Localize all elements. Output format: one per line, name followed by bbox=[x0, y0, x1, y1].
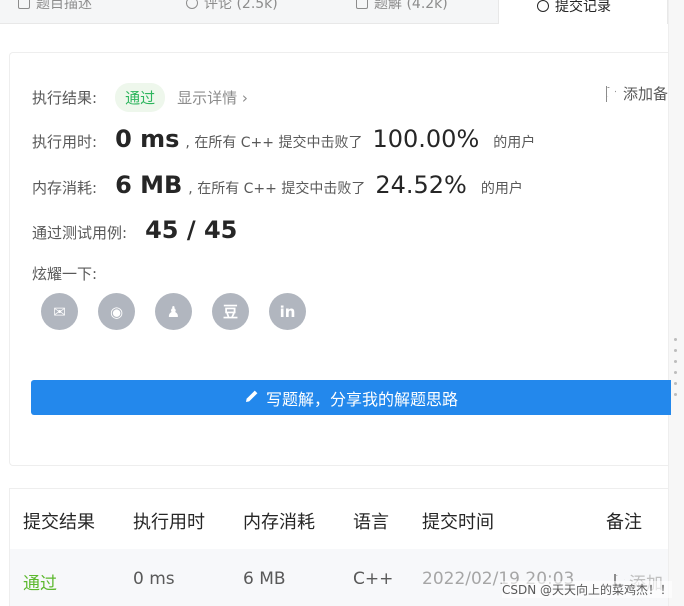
flag-icon bbox=[605, 85, 617, 102]
tests-label: 通过测试用例: bbox=[32, 224, 128, 242]
header-runtime: 执行用时 bbox=[133, 512, 205, 533]
status-badge: 通过 bbox=[115, 83, 166, 112]
memory-percent: 24.52% bbox=[375, 171, 467, 199]
memory-value: 6 MB bbox=[115, 171, 183, 199]
tab-bar: 题目描述 评论 (2.5k) 题解 (4.2k) 提交记录 bbox=[0, 0, 668, 24]
runtime-label: 执行用时: bbox=[32, 133, 98, 151]
solution-icon bbox=[356, 0, 368, 9]
show-details-link[interactable]: 显示详情 › bbox=[177, 87, 248, 108]
submission-result-card: 执行结果: 通过 显示详情 › 添加备 执行用时: 0 ms , 在所有 C++… bbox=[9, 52, 671, 466]
runtime-row: 执行用时: 0 ms , 在所有 C++ 提交中击败了 100.00% 的用户 bbox=[32, 125, 535, 153]
tab-solutions-label: 题解 (4.2k) bbox=[374, 0, 448, 12]
add-note-label: 添加备 bbox=[622, 85, 668, 103]
weibo-icon[interactable]: ◉ bbox=[98, 293, 135, 330]
add-note-button[interactable]: 添加备 bbox=[605, 83, 668, 104]
douban-glyph: 豆 bbox=[222, 303, 238, 321]
tests-row: 通过测试用例: 45 / 45 bbox=[32, 216, 237, 244]
memory-text: , 在所有 C++ 提交中击败了 bbox=[188, 181, 366, 197]
runtime-percent: 100.00% bbox=[372, 125, 480, 153]
linkedin-glyph: in bbox=[279, 302, 296, 321]
header-note: 备注 bbox=[606, 512, 642, 533]
tab-submissions-label: 提交记录 bbox=[555, 0, 611, 15]
memory-row: 内存消耗: 6 MB , 在所有 C++ 提交中击败了 24.52% 的用户 bbox=[32, 171, 523, 199]
share-row: 炫耀一下: bbox=[32, 263, 97, 284]
tab-submissions[interactable]: 提交记录 bbox=[498, 0, 668, 24]
linkedin-icon[interactable]: in bbox=[269, 293, 306, 330]
memory-suffix: 的用户 bbox=[480, 181, 523, 197]
row-language: C++ bbox=[353, 569, 394, 589]
qq-glyph: ♟ bbox=[166, 302, 181, 321]
row-runtime: 0 ms bbox=[133, 569, 175, 589]
description-icon bbox=[18, 0, 30, 9]
history-icon bbox=[537, 0, 549, 12]
wechat-icon[interactable]: ✉ bbox=[41, 293, 78, 330]
comment-icon bbox=[186, 0, 198, 9]
tab-solutions[interactable]: 题解 (4.2k) bbox=[356, 0, 448, 18]
tests-value: 45 / 45 bbox=[145, 216, 238, 244]
resize-handle-icon[interactable] bbox=[674, 338, 678, 404]
runtime-value: 0 ms bbox=[115, 125, 180, 153]
tab-comments-label: 评论 (2.5k) bbox=[204, 0, 278, 12]
header-time: 提交时间 bbox=[422, 512, 494, 533]
share-label: 炫耀一下: bbox=[32, 265, 98, 283]
tab-description[interactable]: 题目描述 bbox=[18, 0, 92, 18]
weibo-glyph: ◉ bbox=[109, 302, 124, 321]
table-header: 提交结果 执行用时 内存消耗 语言 提交时间 备注 bbox=[10, 489, 668, 549]
header-result: 提交结果 bbox=[23, 512, 95, 533]
wechat-glyph: ✉ bbox=[53, 302, 66, 321]
write-solution-label: 写题解，分享我的解题思路 bbox=[265, 389, 458, 409]
result-label: 执行结果: bbox=[32, 89, 98, 107]
runtime-suffix: 的用户 bbox=[493, 135, 536, 151]
douban-icon[interactable]: 豆 bbox=[212, 293, 249, 330]
write-solution-button[interactable]: 写题解，分享我的解题思路 bbox=[31, 380, 671, 415]
row-memory: 6 MB bbox=[243, 569, 286, 589]
pencil-icon bbox=[244, 388, 260, 408]
runtime-text: , 在所有 C++ 提交中击败了 bbox=[185, 135, 363, 151]
tab-comments[interactable]: 评论 (2.5k) bbox=[186, 0, 278, 18]
result-status-row: 执行结果: 通过 显示详情 › bbox=[32, 83, 248, 112]
scrollbar[interactable] bbox=[668, 0, 684, 606]
qq-icon[interactable]: ♟ bbox=[155, 293, 192, 330]
memory-label: 内存消耗: bbox=[32, 179, 98, 197]
share-icons: ✉ ◉ ♟ 豆 in bbox=[41, 293, 306, 330]
watermark: CSDN @天天向上的菜鸡杰！！ bbox=[501, 581, 672, 598]
row-result[interactable]: 通过 bbox=[23, 569, 57, 594]
tab-description-label: 题目描述 bbox=[36, 0, 92, 12]
header-language: 语言 bbox=[353, 512, 389, 533]
header-memory: 内存消耗 bbox=[243, 512, 315, 533]
